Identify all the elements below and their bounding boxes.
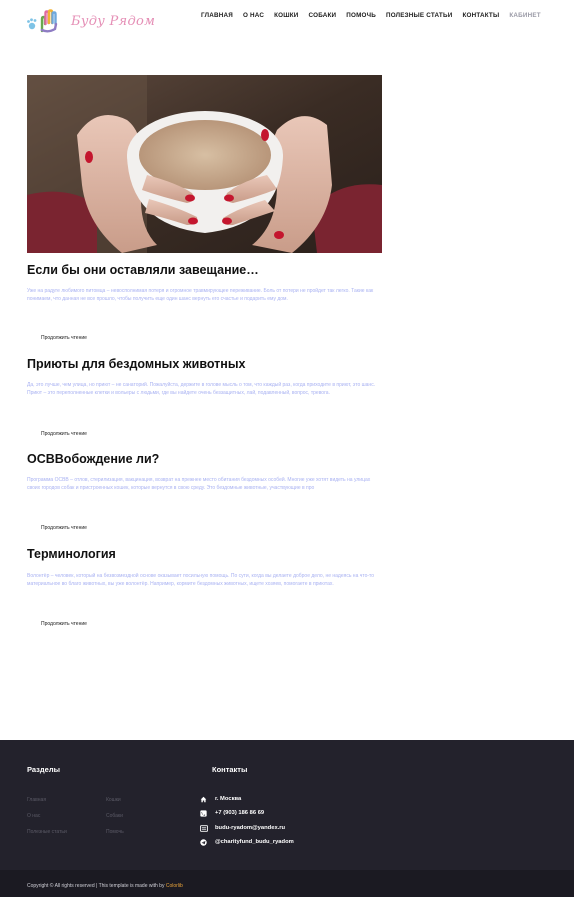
contact-address: г. Москва <box>200 795 241 803</box>
nav-item-contacts[interactable]: КОНТАКТЫ <box>462 12 499 19</box>
nav-item-help[interactable]: ПОМОЧЬ <box>346 12 376 19</box>
contact-telegram[interactable]: @charityfund_budu_ryadom <box>200 838 294 846</box>
copyright: Copyright © All rights reserved | This t… <box>27 883 183 889</box>
nav-item-articles[interactable]: ПОЛЕЗНЫЕ СТАТЬИ <box>386 12 452 19</box>
telegram-icon <box>200 838 212 846</box>
read-more-link[interactable]: Продолжить чтение <box>41 621 87 627</box>
email-icon <box>200 824 212 832</box>
post-excerpt: Волонтёр – человек, который на безвозмез… <box>27 573 375 587</box>
logo[interactable]: Буду Рядом <box>26 8 155 34</box>
read-more-link[interactable]: Продолжить чтение <box>41 431 87 437</box>
footer-link-cats[interactable]: Кошки <box>106 797 121 803</box>
main-nav: ГЛАВНАЯ О НАС КОШКИ СОБАКИ ПОМОЧЬ ПОЛЕЗН… <box>201 12 541 19</box>
read-more-link[interactable]: Продолжить чтение <box>41 525 87 531</box>
post-featured-image[interactable] <box>27 75 382 253</box>
footer-link-about[interactable]: О нас <box>27 813 40 819</box>
site-footer <box>0 740 574 870</box>
post-title[interactable]: ОСВВобождение ли? <box>27 452 159 466</box>
contact-email[interactable]: budu-ryadom@yandex.ru <box>200 824 285 832</box>
footer-contacts-title: Контакты <box>212 765 248 774</box>
paw-hand-logo-icon <box>27 9 58 33</box>
post-title[interactable]: Приюты для бездомных животных <box>27 357 245 371</box>
post-excerpt: Да, это лучше, чем улица, но приют – не … <box>27 382 376 396</box>
phone-icon <box>200 809 212 817</box>
logo-text: Буду Рядом <box>71 13 156 29</box>
footer-link-home[interactable]: Главная <box>27 797 46 803</box>
home-icon <box>200 795 212 803</box>
read-more-link[interactable]: Продолжить чтение <box>41 335 87 341</box>
nav-item-about[interactable]: О НАС <box>243 12 264 19</box>
nav-item-dogs[interactable]: СОБАКИ <box>309 12 337 19</box>
nav-item-cabinet[interactable]: КАБИНЕТ <box>509 12 540 19</box>
nav-item-home[interactable]: ГЛАВНАЯ <box>201 12 233 19</box>
footer-link-articles[interactable]: Полезные статьи <box>27 829 67 835</box>
colorlib-link[interactable]: Colorlib <box>166 883 183 889</box>
post-title[interactable]: Если бы они оставляли завещание… <box>27 263 259 277</box>
footer-link-help[interactable]: Помочь <box>106 829 124 835</box>
contact-phone[interactable]: +7 (903) 186 86 69 <box>200 809 264 817</box>
post-title[interactable]: Терминология <box>27 547 116 561</box>
post-excerpt: Уже на радуге любимого питомца – невоспо… <box>27 288 374 302</box>
site-header: Буду Рядом ГЛАВНАЯ О НАС КОШКИ СОБАКИ ПО… <box>0 0 574 44</box>
footer-sections-title: Разделы <box>27 765 60 774</box>
post-excerpt: Программа ОСВВ – отлов, стерилизация, ва… <box>27 477 371 491</box>
footer-link-dogs[interactable]: Собаки <box>106 813 123 819</box>
nav-item-cats[interactable]: КОШКИ <box>274 12 298 19</box>
